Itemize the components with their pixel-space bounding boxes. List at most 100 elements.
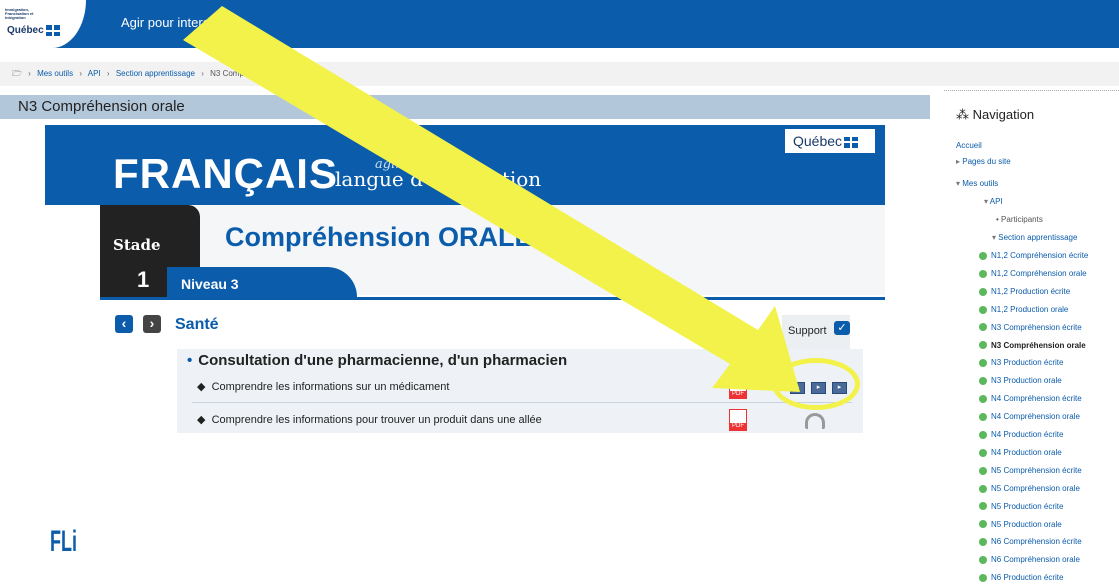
nav-mes-outils-label[interactable]: Mes outils — [962, 179, 998, 188]
nav-resource-label[interactable]: N6 Production écrite — [991, 573, 1063, 582]
nav-section-label[interactable]: Section apprentissage — [998, 233, 1077, 242]
nav-resource-item[interactable]: N6 Compréhension écrite — [979, 537, 1082, 546]
breadcrumb-mes-outils[interactable]: Mes outils — [37, 69, 73, 78]
breadcrumb-current: N3 Compréhension orale — [210, 69, 300, 78]
nav-resource-label[interactable]: N6 Compréhension écrite — [991, 537, 1082, 546]
theme-title: Santé — [175, 316, 219, 333]
resource-icon — [979, 269, 987, 278]
section-row: • Consultation d'une pharmacienne, d'un p… — [177, 352, 567, 369]
pdf-icon[interactable]: PDF — [729, 409, 747, 431]
nav-resource-label[interactable]: N4 Compréhension écrite — [991, 394, 1082, 403]
nav-resource-item[interactable]: N5 Compréhension écrite — [979, 466, 1082, 475]
nav-resource-item[interactable]: N1,2 Compréhension écrite — [979, 251, 1088, 260]
breadcrumb-section[interactable]: Section apprentissage — [116, 69, 195, 78]
resource-icon — [979, 538, 987, 547]
fleurdelise-icon — [45, 25, 60, 36]
nav-resource-label[interactable]: N1,2 Production écrite — [991, 287, 1070, 296]
nav-resource-item[interactable]: N5 Production écrite — [979, 502, 1063, 511]
nav-resource-label[interactable]: N4 Production orale — [991, 448, 1062, 457]
support-label: Support — [788, 325, 827, 337]
resource-icon — [979, 395, 987, 404]
nav-resource-item[interactable]: N3 Compréhension écrite — [979, 323, 1082, 332]
nav-pages-du-site[interactable]: ▸ Pages du site — [956, 157, 1011, 166]
nav-resource-label[interactable]: N5 Compréhension orale — [991, 484, 1080, 493]
activity-row[interactable]: ◆ Comprendre les informations pour trouv… — [197, 413, 542, 426]
nav-resource-item[interactable]: N5 Production orale — [979, 520, 1062, 529]
divider — [100, 297, 885, 300]
stade-number: 1 — [137, 267, 150, 292]
nav-resource-item[interactable]: N4 Compréhension orale — [979, 412, 1080, 421]
ministry-name: Immigration, Francisation et Intégration — [5, 7, 34, 20]
nav-participants[interactable]: • Participants — [996, 215, 1043, 224]
nav-resource-label[interactable]: N1,2 Compréhension orale — [991, 269, 1087, 278]
quebec-logo[interactable]: Immigration, Francisation et Intégration… — [0, 0, 86, 48]
navigation-block: ⁂ Navigation Accueil ▸ Pages du site ▾ M… — [944, 90, 1119, 588]
nav-participants-label[interactable]: Participants — [1001, 215, 1043, 224]
nav-resource-item[interactable]: N3 Compréhension orale — [979, 341, 1086, 350]
nav-resource-label[interactable]: N6 Compréhension orale — [991, 555, 1080, 564]
navigation-title-text: Navigation — [972, 107, 1035, 122]
nav-resource-label[interactable]: N3 Production écrite — [991, 358, 1063, 367]
nav-resource-label[interactable]: N1,2 Compréhension écrite — [991, 251, 1088, 260]
breadcrumb-api[interactable]: API — [88, 69, 101, 78]
support-column-header: Support ✓ — [782, 315, 850, 349]
script-text: agir — [375, 157, 402, 172]
nav-resource-label[interactable]: N4 Compréhension orale — [991, 412, 1080, 421]
nav-accueil[interactable]: Accueil — [956, 141, 982, 150]
nav-resource-label[interactable]: N3 Production orale — [991, 376, 1062, 385]
nav-section[interactable]: ▾ Section apprentissage — [992, 233, 1077, 242]
sitemap-icon: ⁂ — [956, 107, 969, 122]
nav-resource-label[interactable]: N1,2 Production orale — [991, 305, 1068, 314]
quebec-logo-text: Québec — [793, 133, 843, 149]
nav-api[interactable]: ▾ API — [984, 197, 1003, 206]
nav-pages-label[interactable]: Pages du site — [962, 157, 1010, 166]
nav-resource-item[interactable]: N1,2 Production écrite — [979, 287, 1070, 296]
resource-icon — [979, 484, 987, 493]
resource-icon — [979, 305, 987, 314]
activity-row[interactable]: ◆ Comprendre les informations sur un méd… — [197, 380, 449, 393]
nav-resource-item[interactable]: N6 Compréhension orale — [979, 555, 1080, 564]
nav-resource-item[interactable]: N4 Production écrite — [979, 430, 1063, 439]
headphones-icon[interactable] — [805, 413, 825, 429]
nav-resource-item[interactable]: N1,2 Compréhension orale — [979, 269, 1087, 278]
lesson-header: Québec FRANÇAIS agir langue d'intégration — [45, 125, 885, 205]
fleurdelise-icon — [844, 136, 859, 148]
skill-title: Compréhension ORALE — [225, 222, 533, 252]
pdf-icon[interactable]: PDF — [729, 377, 747, 399]
nav-resource-item[interactable]: N4 Production orale — [979, 448, 1062, 457]
activity-label[interactable]: Comprendre les informations pour trouver… — [212, 414, 542, 426]
resource-icon — [979, 323, 987, 332]
pdf-label: PDF — [730, 391, 746, 398]
nav-resource-item[interactable]: N5 Compréhension orale — [979, 484, 1080, 493]
resource-icon — [979, 502, 987, 511]
nav-resource-item[interactable]: N4 Compréhension écrite — [979, 394, 1082, 403]
nav-resource-label[interactable]: N3 Compréhension orale — [991, 341, 1086, 350]
folder-icon: 🗁 — [12, 69, 22, 78]
nav-resource-label[interactable]: N3 Compréhension écrite — [991, 323, 1082, 332]
top-bar: Immigration, Francisation et Intégration… — [0, 0, 1119, 48]
nav-resource-item[interactable]: N3 Production écrite — [979, 358, 1063, 367]
brand-name: Québec — [7, 25, 44, 37]
annotation-circle — [772, 358, 860, 410]
site-title[interactable]: Agir pour interagir — [121, 15, 224, 30]
nav-resource-item[interactable]: N3 Production orale — [979, 376, 1062, 385]
section-title: Consultation d'une pharmacienne, d'un ph… — [198, 352, 568, 369]
nav-mes-outils[interactable]: ▾ Mes outils — [956, 179, 998, 188]
nav-resource-label[interactable]: N4 Production écrite — [991, 430, 1063, 439]
quebec-lesson-logo: Québec — [785, 129, 875, 153]
resource-icon — [979, 574, 987, 583]
nav-resource-item[interactable]: N1,2 Production orale — [979, 305, 1068, 314]
nav-resource-label[interactable]: N5 Production orale — [991, 520, 1062, 529]
nav-resource-item[interactable]: N6 Production écrite — [979, 573, 1063, 582]
row-divider — [192, 402, 852, 403]
nav-api-label[interactable]: API — [990, 197, 1003, 206]
next-arrow-icon[interactable]: › — [143, 315, 161, 333]
activity-label[interactable]: Comprendre les informations sur un médic… — [212, 381, 450, 393]
nav-resource-label[interactable]: N5 Production écrite — [991, 502, 1063, 511]
resource-icon — [979, 448, 987, 457]
fli-logo: FLi — [50, 525, 77, 558]
nav-resource-label[interactable]: N5 Compréhension écrite — [991, 466, 1082, 475]
checkmark-icon: ✓ — [834, 321, 850, 335]
prev-arrow-icon[interactable]: ‹ — [115, 315, 133, 333]
resource-icon — [979, 430, 987, 439]
